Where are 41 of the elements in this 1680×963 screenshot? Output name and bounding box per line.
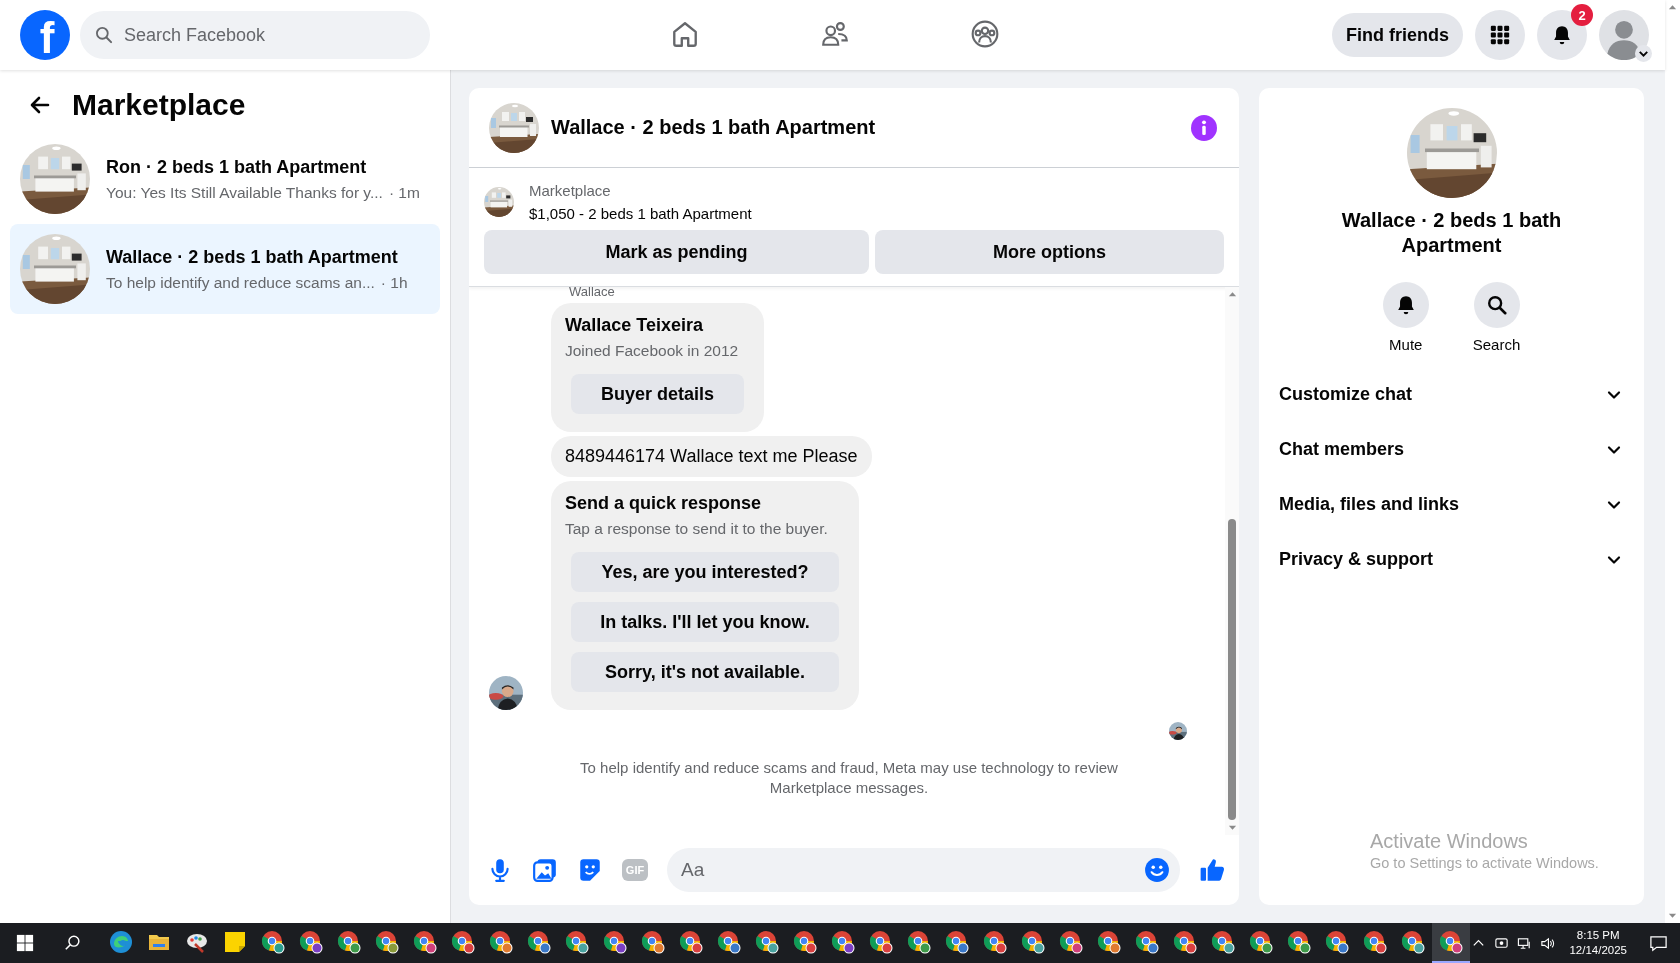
message-field[interactable]: Aa (667, 848, 1180, 892)
section-toggle[interactable]: Privacy & support (1279, 532, 1624, 587)
page-title: Marketplace (72, 88, 246, 122)
listing-label: Marketplace (529, 182, 612, 199)
timestamp: · 1h (380, 273, 408, 292)
find-friends-button[interactable]: Find friends (1332, 13, 1463, 57)
message-bubble: 8489446174 Wallace text me Please (551, 436, 872, 477)
action-label: Mute (1389, 336, 1423, 353)
section-toggle[interactable]: Chat members (1279, 422, 1624, 477)
sender-name: Wallace (569, 285, 616, 299)
chat-title: Wallace · 2 beds 1 bath Apartment (551, 116, 877, 139)
quick-reply-button[interactable]: Sorry, it's not available. (571, 652, 839, 692)
message-preview: To help identify and reduce scams an... (106, 273, 375, 292)
action-button[interactable]: Mark as pending (484, 230, 869, 274)
conversation-title: Ron · 2 beds 1 bath Apartment (106, 156, 368, 178)
listing-title: $1,050 - 2 beds 1 bath Apartment (529, 205, 752, 222)
notice-text: To help identify and reduce scams and fraud, Meta may use technology to review Marketplace messages. (579, 758, 1119, 798)
buyer-name: Wallace Teixeira (565, 315, 704, 336)
quick-reply-button[interactable]: In talks. I'll let you know. (571, 602, 839, 642)
section-toggle[interactable]: Media, files and links (1279, 477, 1624, 532)
quick-response-title: Send a quick response (565, 493, 762, 514)
conversation-title: Wallace · 2 beds 1 bath Apartment (1340, 208, 1563, 258)
conversation-title: Wallace · 2 beds 1 bath Apartment (106, 246, 399, 268)
conversation-item[interactable]: Ron · 2 beds 1 bath Apartment You: Yes Its Still Available Thanks for y... · 1m (10, 134, 440, 224)
notification-badge: 2 (1571, 4, 1593, 26)
action-button[interactable]: More options (875, 230, 1224, 274)
quick-reply-button[interactable]: Yes, are you interested? (571, 552, 839, 592)
joined-text: Joined Facebook in 2012 (565, 342, 739, 360)
quick-response-hint: Tap a response to send it to the buyer. (565, 520, 828, 538)
action-label: Search (1472, 336, 1521, 353)
timestamp: · 1m (388, 183, 420, 202)
facebook-logo[interactable]: f (20, 10, 70, 60)
conversation-item[interactable]: Wallace · 2 beds 1 bath Apartment To help identify and reduce scams an... · 1h (10, 224, 440, 314)
clock-time[interactable]: 8:15 PM (1576, 928, 1620, 943)
section-toggle[interactable]: Customize chat (1279, 367, 1624, 422)
clock-date[interactable]: 12/14/2025 (1569, 943, 1627, 958)
search-field[interactable]: Search Facebook (80, 11, 430, 59)
activation-title: Activate Windows (1370, 830, 1529, 853)
message-preview: You: Yes Its Still Available Thanks for y... (106, 183, 383, 202)
activation-text: Go to Settings to activate Windows. (1370, 855, 1599, 871)
buyer-details-button[interactable]: Buyer details (571, 374, 745, 414)
